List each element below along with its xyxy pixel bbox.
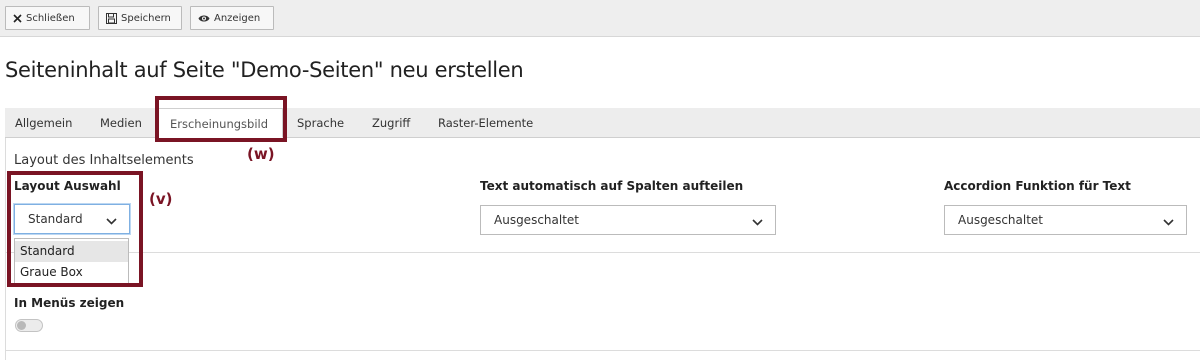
tab-allgemein[interactable]: Allgemein bbox=[15, 108, 72, 138]
columns-select-label: Text automatisch auf Spalten aufteilen bbox=[480, 179, 744, 193]
annotation-label-v: (v) bbox=[149, 190, 173, 208]
toolbar: Schließen Speichern Anzeigen bbox=[0, 0, 1200, 37]
menus-toggle[interactable] bbox=[15, 319, 43, 332]
bottom-divider bbox=[5, 350, 1200, 351]
accordion-select-label: Accordion Funktion für Text bbox=[944, 179, 1131, 193]
section-title: Layout des Inhaltselements bbox=[14, 153, 194, 168]
tab-raster-elemente[interactable]: Raster-Elemente bbox=[438, 108, 533, 138]
save-icon bbox=[106, 12, 117, 24]
annotation-box-w bbox=[155, 96, 287, 142]
annotation-box-v bbox=[7, 171, 143, 287]
section-divider bbox=[5, 252, 1200, 253]
menus-toggle-label: In Menüs zeigen bbox=[14, 296, 125, 310]
accordion-select[interactable]: Ausgeschaltet bbox=[944, 205, 1187, 235]
tab-sprache[interactable]: Sprache bbox=[297, 108, 344, 138]
close-button[interactable]: Schließen bbox=[5, 6, 90, 30]
view-button-label: Anzeigen bbox=[214, 12, 261, 24]
save-button-label: Speichern bbox=[121, 12, 171, 24]
view-button[interactable]: Anzeigen bbox=[190, 6, 274, 30]
toggle-knob bbox=[17, 321, 26, 330]
chevron-down-icon bbox=[1163, 215, 1174, 229]
close-icon bbox=[13, 13, 22, 23]
accordion-select-value: Ausgeschaltet bbox=[958, 213, 1044, 227]
eye-icon bbox=[198, 14, 210, 23]
save-button[interactable]: Speichern bbox=[98, 6, 182, 30]
tab-medien[interactable]: Medien bbox=[100, 108, 142, 138]
page-title: Seiteninhalt auf Seite "Demo-Seiten" neu… bbox=[5, 58, 524, 82]
chevron-down-icon bbox=[752, 215, 763, 229]
tab-panel bbox=[5, 138, 1200, 360]
columns-select-value: Ausgeschaltet bbox=[494, 213, 580, 227]
tab-zugriff[interactable]: Zugriff bbox=[372, 108, 410, 138]
columns-select[interactable]: Ausgeschaltet bbox=[480, 205, 776, 235]
close-button-label: Schließen bbox=[26, 12, 75, 24]
annotation-label-w: (w) bbox=[247, 145, 275, 163]
